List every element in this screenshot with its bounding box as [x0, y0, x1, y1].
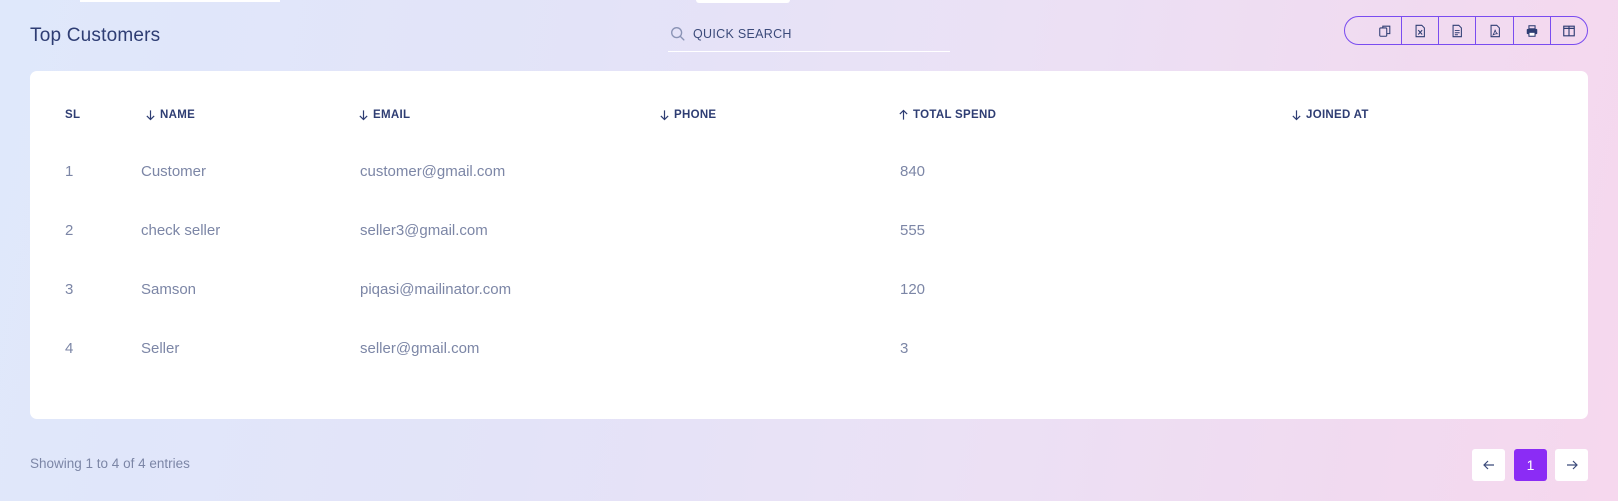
top-tab-indicator [696, 0, 790, 3]
arrow-down-icon [146, 110, 155, 121]
cell-email: seller3@gmail.com [360, 222, 488, 239]
cell-name: Samson [141, 281, 197, 298]
column-header-name[interactable]: NAME [145, 109, 195, 121]
cell-sl: 3 [65, 281, 74, 298]
excel-export-button[interactable] [1401, 17, 1438, 44]
csv-export-button[interactable] [1438, 17, 1475, 44]
cell-total-spend: 120 [900, 281, 926, 298]
print-icon [1526, 24, 1537, 37]
page-title: Top Customers [30, 25, 161, 46]
search-input[interactable] [693, 18, 943, 49]
arrow-down-icon [660, 110, 669, 121]
column-header-label: PHONE [674, 109, 717, 121]
cell-sl: 2 [65, 222, 74, 239]
print-button[interactable] [1512, 17, 1550, 44]
cell-total-spend: 840 [900, 163, 926, 180]
column-header-label: SL [65, 109, 81, 121]
excel-icon [1415, 24, 1426, 37]
column-header-sl[interactable]: SL [65, 109, 80, 121]
previous-page-button[interactable] [1472, 449, 1505, 481]
arrow-right-icon [1566, 460, 1578, 470]
cell-name: Seller [141, 340, 180, 357]
arrow-left-icon [1482, 460, 1494, 470]
cell-name: check seller [141, 222, 221, 239]
copy-icon [1379, 25, 1391, 37]
search-icon [671, 26, 685, 41]
columns-icon [1563, 25, 1575, 36]
next-page-button[interactable] [1555, 449, 1588, 481]
cell-name: Customer [141, 163, 207, 180]
cell-total-spend: 3 [900, 340, 909, 357]
pdf-icon [1490, 24, 1500, 37]
column-header-label: JOINED AT [1306, 109, 1369, 121]
column-header-label: TOTAL SPEND [913, 109, 997, 121]
page-number-button[interactable]: 1 [1514, 449, 1547, 481]
cell-email: piqasi@mailinator.com [360, 281, 512, 298]
column-header-total-spend[interactable]: TOTAL SPEND [898, 109, 996, 121]
quick-search [668, 16, 950, 52]
column-header-email[interactable]: EMAIL [358, 109, 410, 121]
customers-table-card: SL NAME EMAIL PHONE TOTAL SPEND JOINED A… [30, 71, 1588, 419]
column-visibility-button[interactable] [1549, 17, 1587, 44]
column-header-label: EMAIL [373, 109, 411, 121]
export-toolbar [1344, 16, 1588, 45]
cell-total-spend: 555 [900, 222, 926, 239]
column-header-phone[interactable]: PHONE [659, 109, 716, 121]
column-header-joined-at[interactable]: JOINED AT [1291, 109, 1369, 121]
cell-email: customer@gmail.com [360, 163, 506, 180]
column-header-label: NAME [160, 109, 196, 121]
cell-sl: 4 [65, 340, 74, 357]
copy-button[interactable] [1345, 17, 1401, 44]
arrow-down-icon [359, 110, 368, 121]
cell-email: seller@gmail.com [360, 340, 480, 357]
top-divider [80, 0, 280, 2]
entries-info: Showing 1 to 4 of 4 entries [30, 456, 190, 471]
cell-sl: 1 [65, 163, 74, 180]
arrow-down-icon [1292, 110, 1301, 121]
arrow-up-icon [899, 109, 908, 120]
csv-icon [1452, 24, 1463, 37]
pdf-export-button[interactable] [1475, 17, 1512, 44]
